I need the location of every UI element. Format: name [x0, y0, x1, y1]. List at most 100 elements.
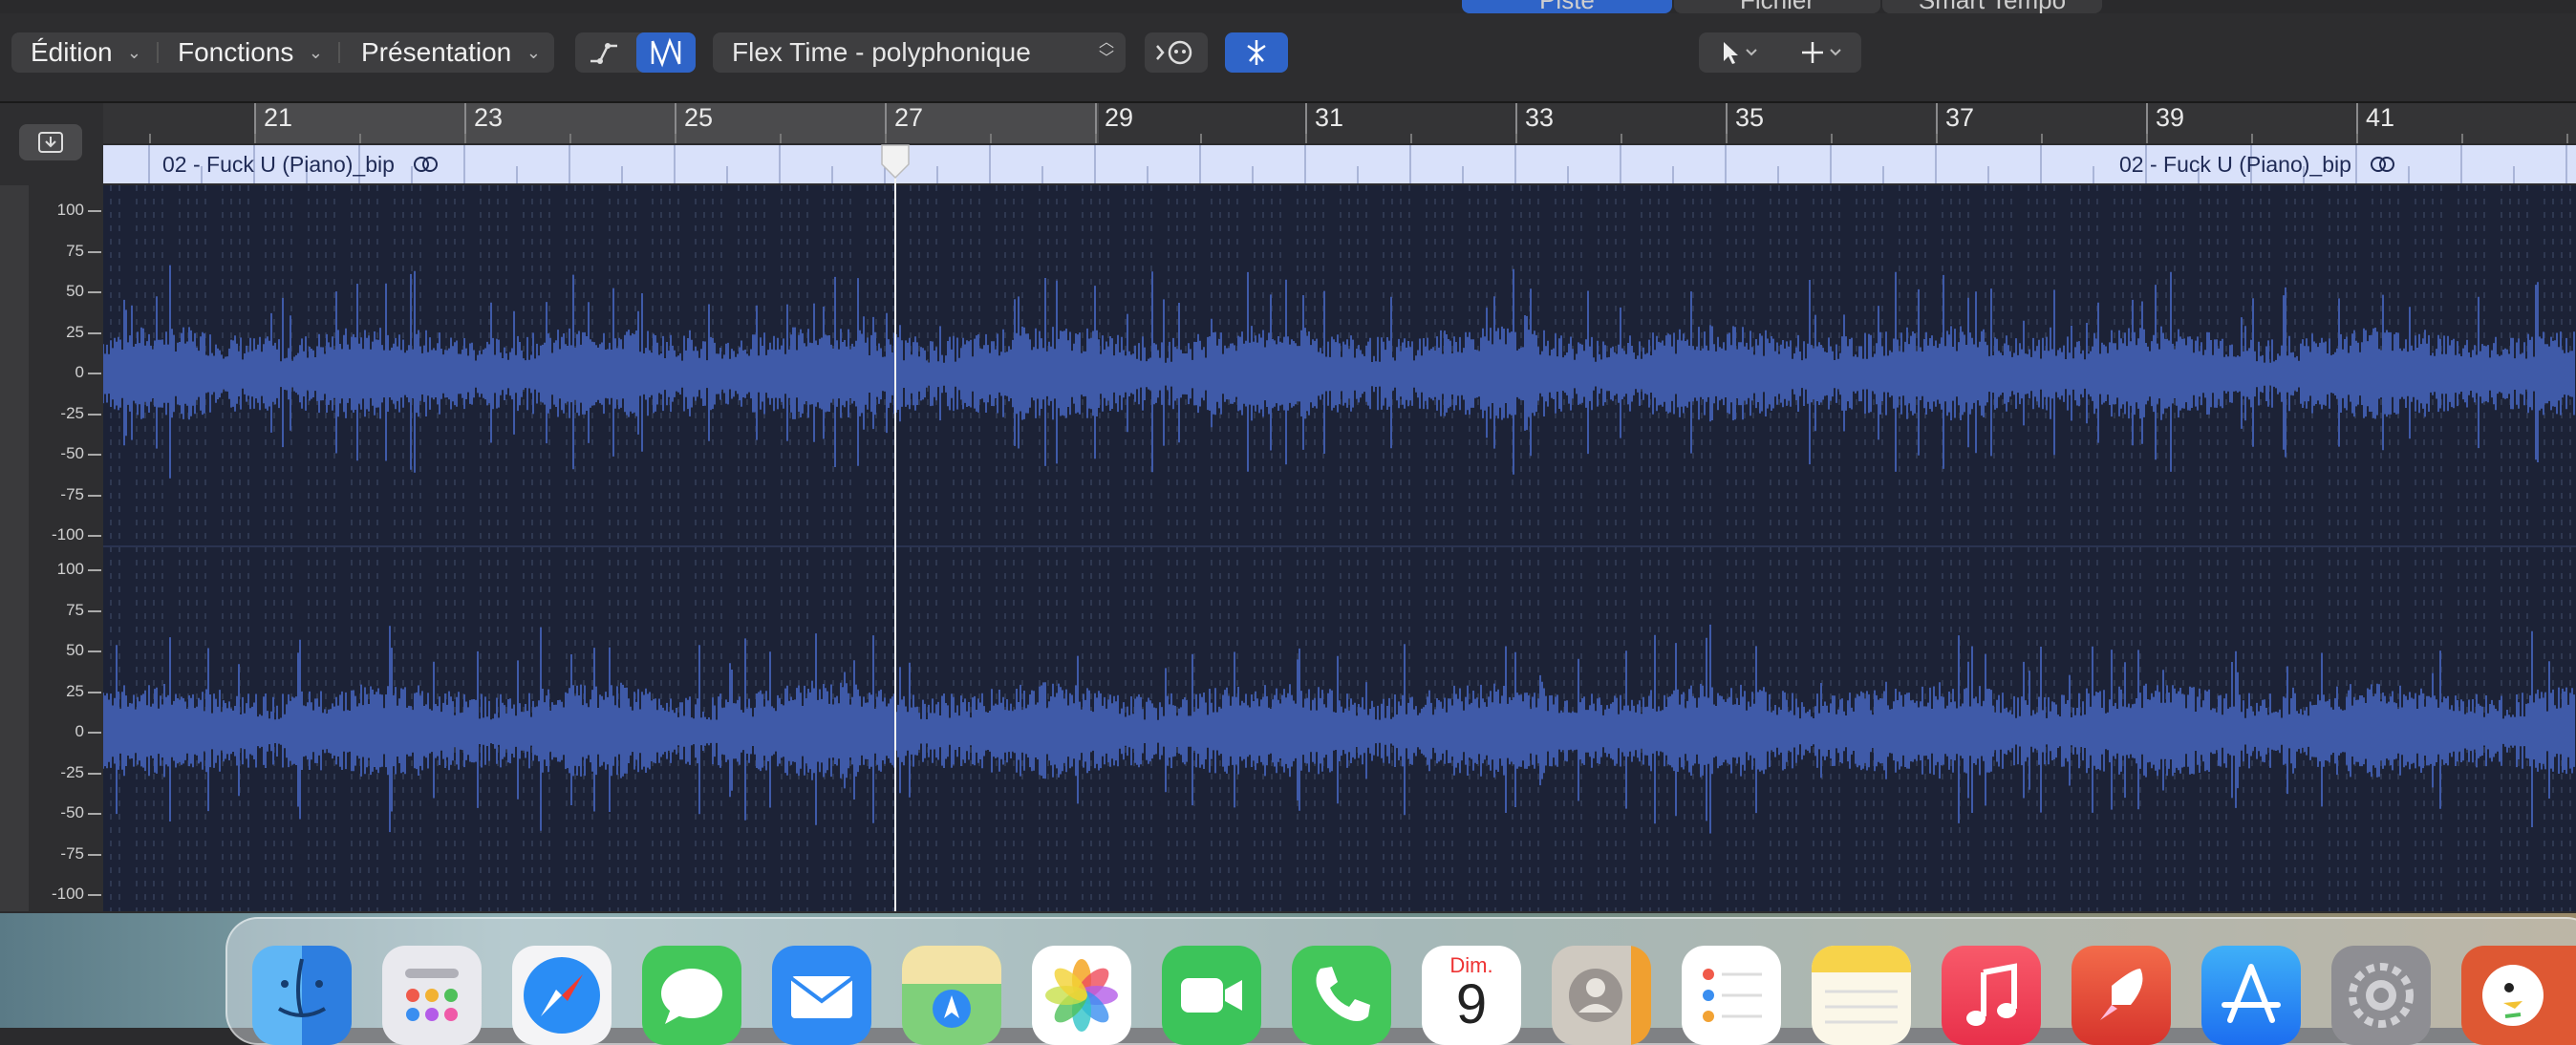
ruler-tick: [1410, 134, 1412, 143]
amplitude-label: 100: [56, 560, 84, 578]
waveform-right-channel: [103, 624, 2575, 834]
amplitude-label: 75: [66, 241, 84, 260]
amplitude-tick: [88, 373, 101, 374]
flex-mode-select[interactable]: Flex Time - polyphonique ︿ ﹀: [713, 32, 1126, 73]
amplitude-label: -25: [60, 762, 84, 781]
flex-mode-label: Flex Time - polyphonique: [732, 37, 1031, 67]
amplitude-label: 50: [66, 282, 84, 300]
catch-icon: [1156, 40, 1192, 65]
playhead[interactable]: [894, 145, 896, 911]
amplitude-tick: [88, 853, 101, 856]
ruler-tick: [2146, 134, 2148, 143]
ruler-tick: [254, 134, 256, 143]
flex-view-button[interactable]: [636, 32, 696, 73]
ruler-tick: [2566, 134, 2568, 143]
amplitude-tick: [88, 291, 101, 293]
fonctions-menu-label: Fonctions: [178, 37, 294, 67]
playhead-handle-icon[interactable]: [879, 143, 912, 181]
ruler-tick: [675, 134, 676, 143]
pointer-tool-menu[interactable]: [1699, 32, 1777, 73]
region-name: 02 - Fuck U (Piano)_bip: [162, 145, 440, 183]
amplitude-tick: [88, 894, 101, 896]
amplitude-label: -50: [60, 803, 84, 821]
amplitude-tick: [88, 454, 101, 456]
automation-curve-icon: [590, 43, 617, 64]
ruler-tick: [359, 134, 361, 143]
presentation-menu[interactable]: Présentation ⌄: [342, 32, 554, 73]
catch-playhead-button[interactable]: [1145, 32, 1208, 73]
crosshair-tool-menu[interactable]: [1783, 32, 1861, 73]
amplitude-label: 25: [66, 322, 84, 341]
amplitude-label: 100: [56, 201, 84, 219]
duckduckgo-icon[interactable]: [2461, 946, 2576, 1045]
photos-icon[interactable]: [1032, 946, 1131, 1045]
ruler-tick: [464, 134, 466, 143]
amplitude-tick: [88, 732, 101, 734]
ruler-tick: [2461, 134, 2463, 143]
amplitude-tick: [88, 569, 101, 571]
amplitude-tick: [88, 609, 101, 612]
amplitude-tick: [88, 691, 101, 693]
ruler-tick: [2041, 134, 2043, 143]
edition-menu[interactable]: Édition ⌄: [11, 32, 155, 73]
presentation-menu-label: Présentation: [361, 37, 512, 67]
loop-rings-icon: [412, 147, 440, 185]
amplitude-label: -75: [60, 843, 84, 863]
messages-icon[interactable]: [642, 946, 741, 1045]
music-icon[interactable]: [1942, 946, 2041, 1045]
ruler-tick: [1726, 134, 1728, 143]
notes-icon[interactable]: [1812, 946, 1911, 1045]
ruler-tick: [1095, 134, 1097, 143]
amplitude-label: 25: [66, 681, 84, 700]
ruler-tick: [1621, 134, 1622, 143]
flex-icon: [651, 37, 681, 68]
safari-icon[interactable]: [512, 946, 612, 1045]
ruler-tick: [885, 134, 887, 143]
chevron-down-icon: ⌄: [526, 43, 541, 62]
amplitude-label: -100: [51, 885, 84, 903]
facetime-icon[interactable]: [1162, 946, 1261, 1045]
tab-fichier[interactable]: Fichier: [1674, 0, 1880, 13]
edition-menu-label: Édition: [31, 37, 113, 67]
launchpad-icon[interactable]: [382, 946, 482, 1045]
maps-icon[interactable]: [902, 946, 1001, 1045]
waveform-left-channel: [103, 265, 2575, 479]
waveform-display[interactable]: [103, 185, 2576, 911]
amplitude-tick: [88, 210, 101, 212]
contacts-icon[interactable]: [1552, 946, 1651, 1045]
region-name-repeat: 02 - Fuck U (Piano)_bip: [2119, 145, 2397, 183]
finder-icon[interactable]: [252, 946, 352, 1045]
ruler-tick: [1515, 134, 1517, 143]
ruler-tick: [2356, 134, 2358, 143]
amplitude-tick: [88, 413, 101, 416]
import-button[interactable]: [19, 124, 82, 160]
phone-icon[interactable]: [1292, 946, 1391, 1045]
automation-view-button[interactable]: [575, 32, 633, 73]
amplitude-label: 0: [75, 722, 84, 740]
ruler-tick: [2251, 134, 2253, 143]
amplitude-label: -75: [60, 484, 84, 503]
amplitude-label: 75: [66, 600, 84, 619]
snap-icon: [1247, 40, 1266, 65]
calendar-icon[interactable]: Dim. 9: [1422, 946, 1521, 1045]
snap-button[interactable]: [1225, 32, 1288, 73]
amplitude-label: -25: [60, 403, 84, 422]
amplitude-label: 50: [66, 641, 84, 659]
amplitude-label: -50: [60, 444, 84, 462]
chevron-down-icon: ⌄: [308, 43, 323, 62]
ruler-tick: [569, 134, 571, 143]
tab-smart-tempo[interactable]: Smart Tempo: [1882, 0, 2102, 13]
amplitude-label: 0: [75, 363, 84, 381]
fonctions-menu[interactable]: Fonctions ⌄: [159, 32, 336, 73]
app-store-icon[interactable]: [2201, 946, 2301, 1045]
amplitude-tick: [88, 331, 101, 334]
mail-icon[interactable]: [772, 946, 871, 1045]
ruler-tick: [149, 134, 151, 143]
system-settings-icon[interactable]: [2331, 946, 2431, 1045]
rocket-icon[interactable]: [2072, 946, 2171, 1045]
reminders-icon[interactable]: [1682, 946, 1781, 1045]
ruler-tick: [1305, 134, 1307, 143]
up-down-chevron-icon: ︿ ﹀: [1098, 34, 1114, 67]
amplitude-tick: [88, 813, 101, 815]
tab-piste[interactable]: Piste: [1462, 0, 1672, 13]
